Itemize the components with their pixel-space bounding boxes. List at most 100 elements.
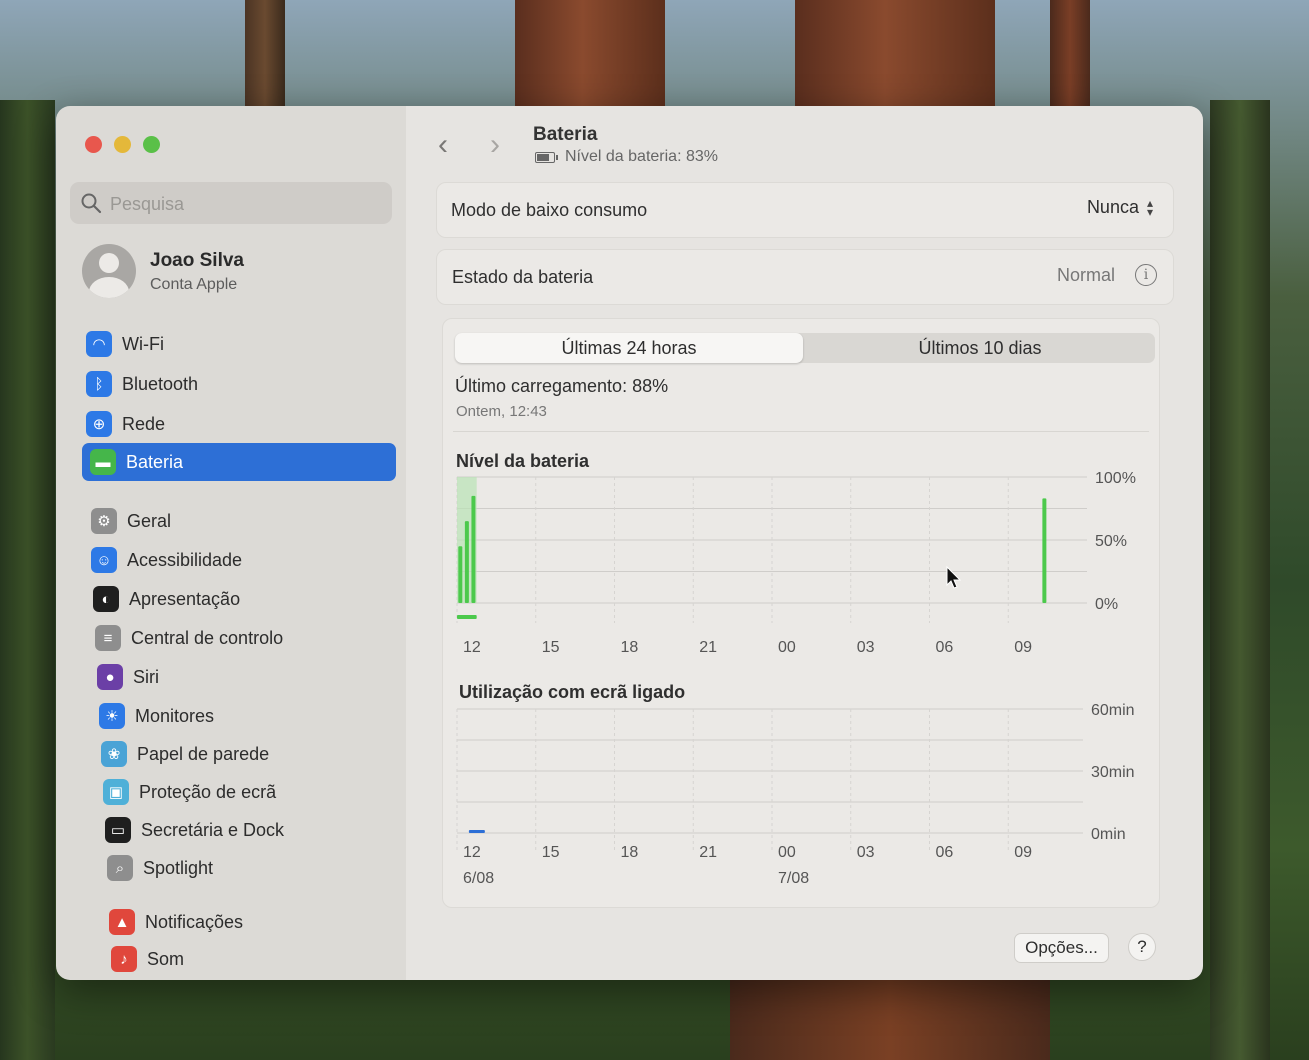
- date-label: 7/08: [778, 870, 809, 887]
- battery-level-bar: [464, 521, 469, 603]
- battery-charts: 12 15 18 21 00 03 06 09 100% 50% 0% 12 15 18 21 00 03 06 0…: [456, 470, 1136, 887]
- settings-window: Pesquisa Joao Silva Conta Apple ◠ Wi-Fi ᛒ B…: [56, 106, 1203, 980]
- x-tick-label: 18: [621, 844, 639, 861]
- sidebar-item-label: Bateria: [126, 451, 184, 472]
- globe-icon: ⊕: [86, 411, 112, 437]
- account-subtitle: Conta Apple: [150, 276, 238, 293]
- back-arrow-icon[interactable]: ‹: [438, 128, 448, 162]
- zoom-button[interactable]: [143, 136, 160, 153]
- sound-icon: ♪: [111, 946, 137, 972]
- x-tick-label: 03: [857, 639, 875, 656]
- battery-icon: [535, 151, 558, 163]
- apple-account[interactable]: Joao Silva Conta Apple: [82, 242, 382, 302]
- charging-indicator: [457, 615, 477, 619]
- x-tick-label: 21: [699, 844, 717, 861]
- minimize-button[interactable]: [114, 136, 131, 153]
- bluetooth-icon: ᛒ: [86, 371, 112, 397]
- sidebar-item-label: Wi-Fi: [122, 333, 164, 354]
- date-label: 6/08: [463, 870, 494, 887]
- sidebar-item-battery[interactable]: ▬ Bateria: [82, 443, 396, 481]
- battery-level-text: Nível da bateria: 83%: [565, 148, 718, 165]
- avatar: [82, 244, 136, 298]
- sidebar-item-label: Siri: [133, 666, 159, 687]
- sidebar-item-wifi[interactable]: ◠ Wi-Fi: [86, 325, 164, 363]
- sidebar-item-appearance[interactable]: ◐ Apresentação: [93, 580, 240, 618]
- sidebar-item-label: Bluetooth: [122, 373, 199, 394]
- options-button[interactable]: Opções...: [1014, 933, 1109, 963]
- dock-icon: ▭: [105, 817, 131, 843]
- tree-trunk: [515, 0, 665, 120]
- x-tick-label: 12: [463, 844, 481, 861]
- accessibility-icon: ☺: [91, 547, 117, 573]
- y-tick-label: 100%: [1095, 470, 1136, 487]
- search-icon: [81, 193, 102, 214]
- tree-trunk: [730, 975, 1050, 1060]
- sidebar-item-display[interactable]: ☀ Monitores: [99, 697, 214, 735]
- wallpaper-icon: ❀: [101, 741, 127, 767]
- x-tick-label: 03: [857, 844, 875, 861]
- x-tick-label: 15: [542, 844, 560, 861]
- sidebar-item-label: Spotlight: [143, 857, 214, 878]
- x-tick-label: 09: [1014, 639, 1032, 656]
- sidebar-item-label: Som: [147, 948, 185, 969]
- sidebar-item-dock[interactable]: ▭ Secretária e Dock: [105, 811, 284, 849]
- siri-icon: ●: [97, 664, 123, 690]
- x-tick-label: 06: [936, 844, 954, 861]
- sidebar-item-control-center[interactable]: ≡ Central de controlo: [95, 619, 283, 657]
- tree-trunk: [795, 0, 995, 120]
- sidebar-item-label: Monitores: [135, 705, 215, 726]
- wifi-icon: ◠: [86, 331, 112, 357]
- usage-history-card: Últimas 24 horas Últimos 10 dias Último …: [442, 318, 1160, 908]
- sidebar-item-label: Geral: [127, 510, 172, 531]
- forward-arrow-icon[interactable]: ›: [490, 128, 500, 162]
- updown-chevron-icon: ▴ ▾: [1146, 195, 1153, 219]
- sidebar-item-label: Acessibilidade: [127, 549, 243, 570]
- battery-health-label: Estado da bateria: [452, 267, 594, 287]
- low-power-label: Modo de baixo consumo: [451, 200, 648, 220]
- screensaver-icon: ▣: [103, 779, 129, 805]
- x-tick-label: 21: [699, 639, 717, 656]
- search-input[interactable]: Pesquisa: [70, 182, 392, 224]
- screen-usage-bar: [468, 830, 485, 833]
- x-tick-label: 09: [1014, 844, 1032, 861]
- low-power-value: Nunca: [1086, 197, 1139, 217]
- sidebar-item-globe[interactable]: ⊕ Rede: [86, 405, 165, 443]
- sidebar-item-label: Rede: [122, 413, 166, 434]
- y-tick-label: 30min: [1091, 764, 1135, 781]
- sidebar-item-label: Notificações: [145, 911, 244, 932]
- low-power-select[interactable]: Nunca ▴ ▾: [1087, 197, 1153, 218]
- sidebar-item-label: Apresentação: [129, 588, 241, 609]
- sidebar-item-label: Proteção de ecrã: [139, 781, 277, 802]
- sidebar-item-siri[interactable]: ● Siri: [97, 658, 159, 696]
- battery-level-subtitle: Nível da bateria: 83%: [535, 148, 718, 166]
- sidebar-item-bluetooth[interactable]: ᛒ Bluetooth: [86, 365, 198, 403]
- display-icon: ☀: [99, 703, 125, 729]
- sidebar-item-screensaver[interactable]: ▣ Proteção de ecrã: [103, 773, 276, 811]
- y-tick-label: 60min: [1091, 702, 1135, 719]
- help-button[interactable]: ?: [1128, 933, 1156, 961]
- gear-icon: ⚙: [91, 508, 117, 534]
- x-tick-label: 00: [778, 844, 796, 861]
- sidebar-item-label: Central de controlo: [131, 627, 284, 648]
- battery-level-bar: [458, 546, 463, 603]
- close-button[interactable]: [85, 136, 102, 153]
- sidebar: Pesquisa Joao Silva Conta Apple ◠ Wi-Fi ᛒ B…: [56, 106, 406, 980]
- x-tick-label: 18: [621, 639, 639, 656]
- mouse-cursor-icon: [946, 565, 962, 589]
- sidebar-item-notifications[interactable]: ▲ Notificações: [109, 903, 243, 941]
- x-tick-label: 06: [936, 639, 954, 656]
- tree-trunk: [0, 100, 55, 1060]
- battery-health-row: Estado da bateria Normal i: [436, 249, 1174, 305]
- sidebar-item-sound[interactable]: ♪ Som: [111, 940, 184, 978]
- info-icon[interactable]: i: [1135, 264, 1157, 286]
- sidebar-item-wallpaper[interactable]: ❀ Papel de parede: [101, 735, 269, 773]
- y-tick-label: 0min: [1091, 826, 1126, 843]
- battery-level-bar: [1042, 498, 1047, 603]
- x-tick-label: 15: [542, 639, 560, 656]
- x-tick-label: 12: [463, 639, 481, 656]
- sidebar-item-accessibility[interactable]: ☺ Acessibilidade: [91, 541, 242, 579]
- battery-icon: ▬: [90, 449, 116, 475]
- battery-pane: ‹ › Bateria Nível da bateria: 83% Modo d…: [406, 106, 1203, 980]
- sidebar-item-gear[interactable]: ⚙ Geral: [91, 502, 171, 540]
- sidebar-item-spotlight[interactable]: ⌕ Spotlight: [107, 849, 213, 887]
